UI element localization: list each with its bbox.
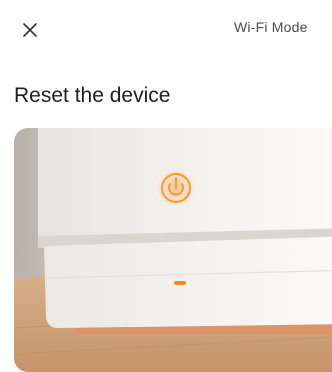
close-icon: [23, 23, 37, 37]
device-photo: [14, 128, 332, 372]
close-button[interactable]: [10, 10, 50, 50]
power-icon: [156, 168, 196, 208]
page-title: Reset the device: [14, 84, 171, 107]
reset-device-screen: Wi-Fi Mode Reset the device: [0, 0, 332, 372]
header-title: Wi-Fi Mode: [234, 19, 308, 35]
status-light: [174, 281, 186, 285]
